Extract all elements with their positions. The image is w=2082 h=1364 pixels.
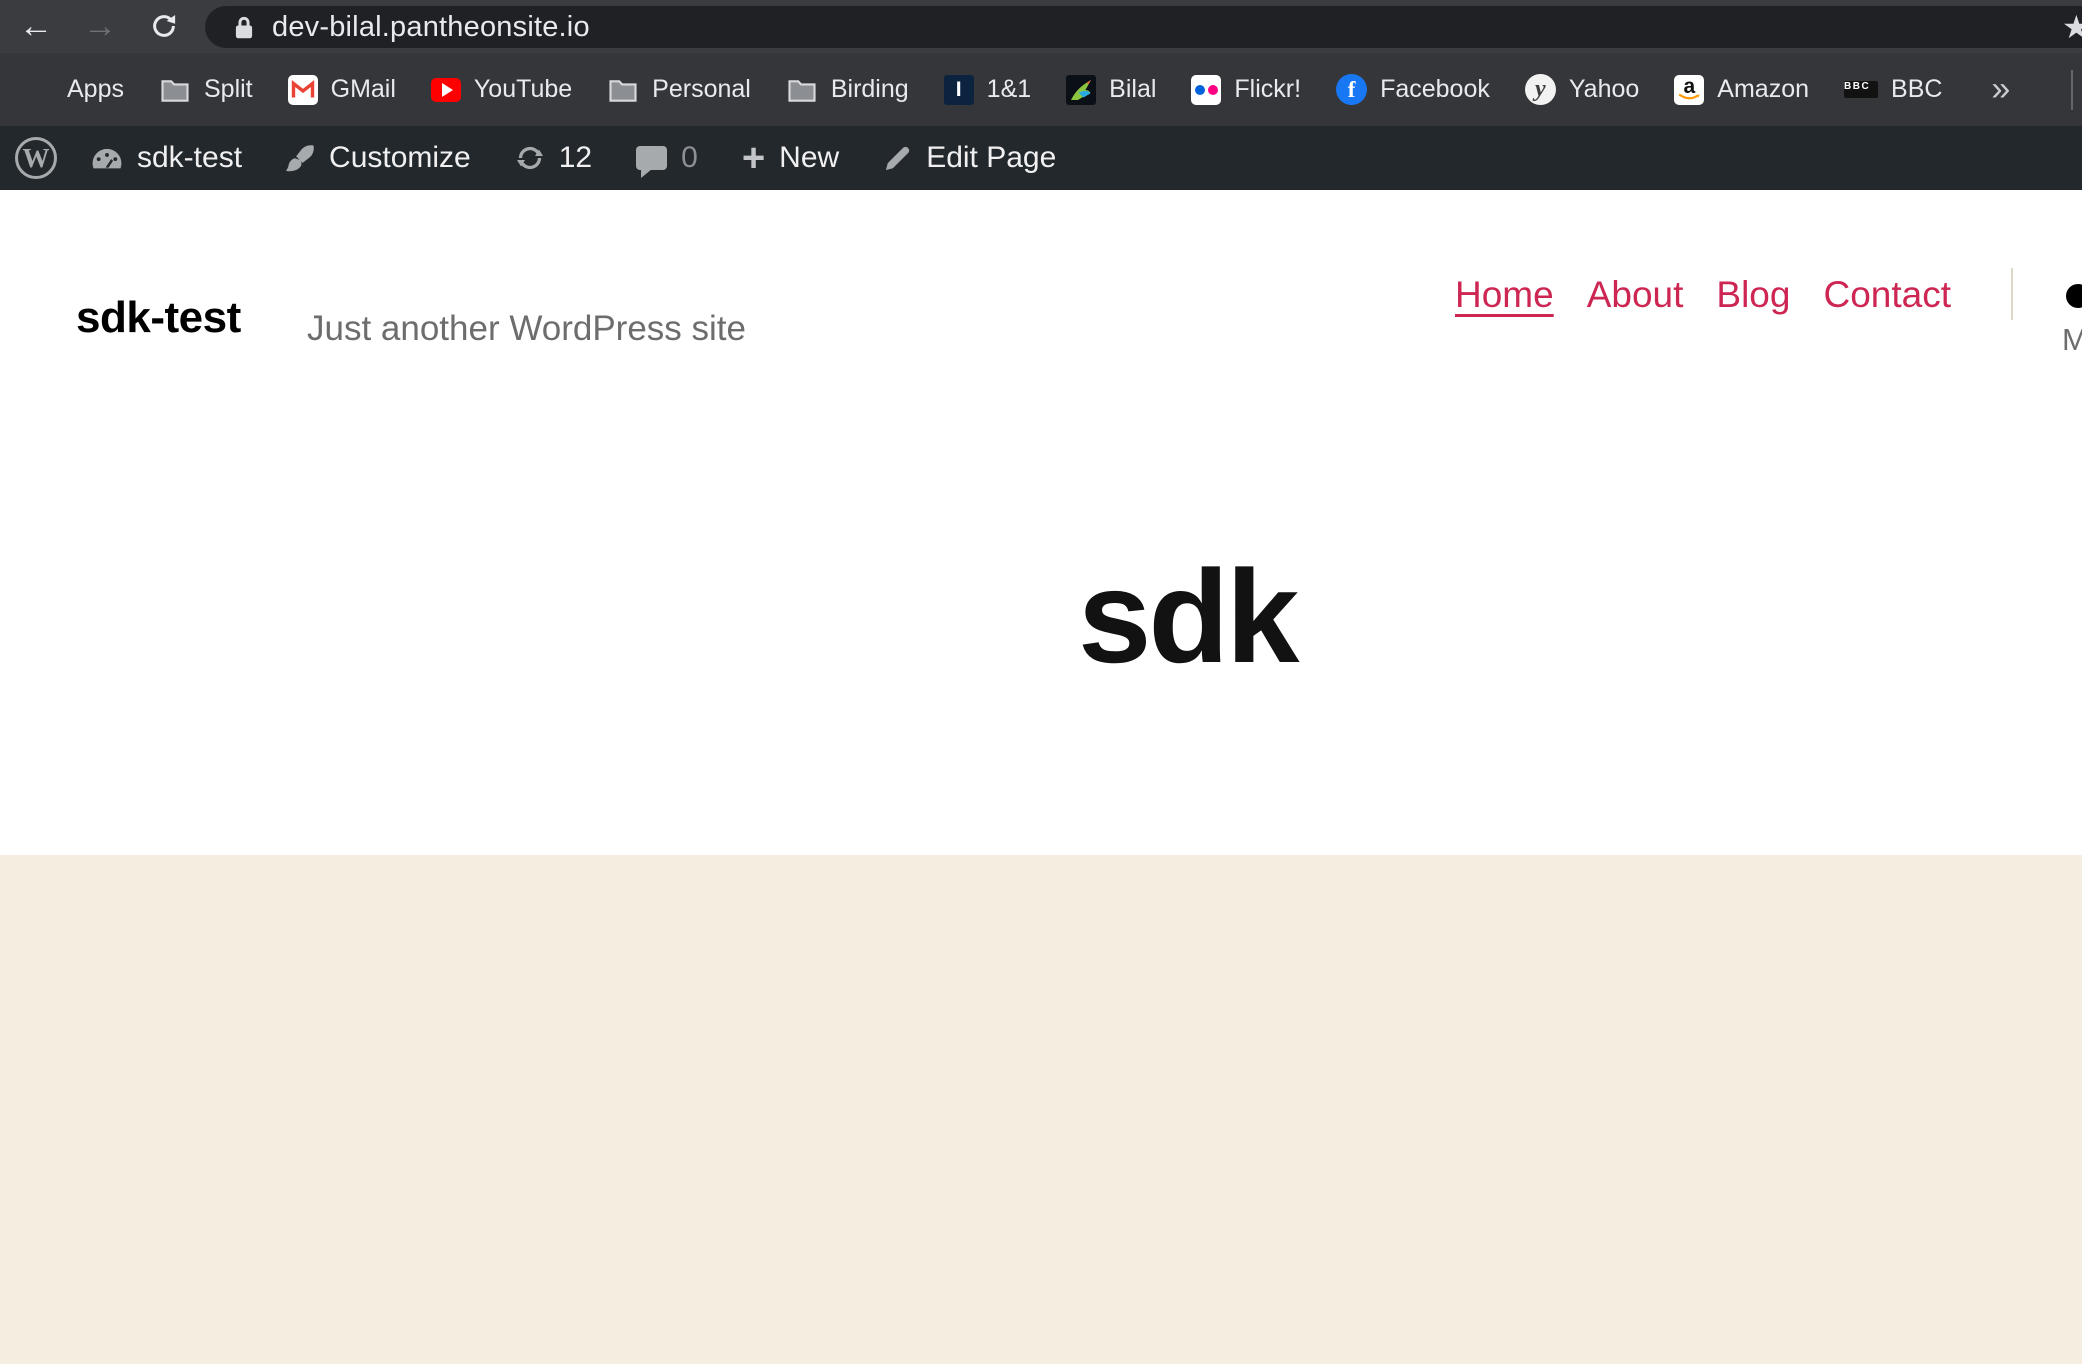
bookmark-apps[interactable]: Apps <box>24 75 124 105</box>
dashboard-gauge-icon <box>91 147 123 170</box>
post-content-section: Split: sample_feature, Treatment = off E… <box>0 855 2082 1364</box>
apps-grid-icon <box>24 75 54 105</box>
youtube-icon <box>431 78 461 102</box>
nav-link-home[interactable]: Home <box>1455 274 1554 316</box>
search-toggle-icon-partial[interactable] <box>2066 284 2082 308</box>
wp-logo-menu[interactable]: W <box>15 137 57 179</box>
browser-toolbar: ← → dev-bilal.pantheonsite.io ★ <box>0 0 2082 53</box>
bookmark-folder-birding[interactable]: Birding <box>786 74 909 106</box>
yahoo-icon: y <box>1525 74 1556 105</box>
reload-icon <box>149 11 179 41</box>
one-and-one-icon: I <box>944 75 974 105</box>
primary-navigation: Home About Blog Contact <box>1455 274 1951 316</box>
bookmark-star-icon[interactable]: ★ <box>2062 8 2082 46</box>
header-divider <box>2011 268 2013 320</box>
back-button[interactable]: ← <box>14 4 58 48</box>
bookmarks-overflow-chevron[interactable]: » <box>1991 70 2010 109</box>
site-title[interactable]: sdk-test <box>76 293 241 343</box>
menu-label-partial[interactable]: M <box>2062 322 2082 358</box>
pencil-icon <box>883 144 912 173</box>
nav-link-contact[interactable]: Contact <box>1823 274 1951 316</box>
reload-button[interactable] <box>142 4 186 48</box>
bookmarks-bar: Apps Split GMail YouTube <box>0 53 2082 126</box>
bookmark-facebook[interactable]: f Facebook <box>1336 74 1490 105</box>
amazon-icon: a <box>1674 75 1704 105</box>
updates-icon <box>515 143 545 173</box>
url-text: dev-bilal.pantheonsite.io <box>272 11 590 44</box>
wp-customize-menu[interactable]: Customize <box>286 141 471 175</box>
folder-icon <box>159 74 191 106</box>
paintbrush-icon <box>286 144 315 173</box>
bookmark-amazon[interactable]: a Amazon <box>1674 75 1809 105</box>
site-tagline: Just another WordPress site <box>307 309 746 349</box>
wp-comments-menu[interactable]: 0 <box>636 141 698 175</box>
wp-updates-menu[interactable]: 12 <box>515 141 592 175</box>
nav-link-blog[interactable]: Blog <box>1716 274 1790 316</box>
bookmark-folder-split[interactable]: Split <box>159 74 253 106</box>
wp-new-menu[interactable]: + New <box>742 141 839 175</box>
wordpress-logo-icon: W <box>15 137 57 179</box>
bookmark-flickr[interactable]: Flickr! <box>1191 75 1301 105</box>
comment-bubble-icon <box>636 146 667 170</box>
bookmark-bbc[interactable]: BBC BBC <box>1844 75 1942 104</box>
bbc-icon: BBC <box>1844 81 1878 98</box>
folder-icon <box>786 74 818 106</box>
wp-admin-bar: W sdk-test Customize <box>0 126 2082 190</box>
browser-window: ← → dev-bilal.pantheonsite.io ★ App <box>0 0 2082 1364</box>
flickr-icon <box>1191 75 1221 105</box>
bookmark-bilal[interactable]: Bilal <box>1066 75 1156 105</box>
address-bar[interactable]: dev-bilal.pantheonsite.io <box>205 6 2082 48</box>
bookmark-yahoo[interactable]: y Yahoo <box>1525 74 1639 105</box>
forward-button[interactable]: → <box>78 4 122 48</box>
bookmark-1and1[interactable]: I 1&1 <box>944 75 1031 105</box>
nav-link-about[interactable]: About <box>1587 274 1684 316</box>
wp-edit-page-menu[interactable]: Edit Page <box>883 141 1056 175</box>
bookmark-gmail[interactable]: GMail <box>288 75 396 105</box>
hummingbird-icon <box>1066 75 1096 105</box>
bookmarks-bar-divider <box>2071 70 2073 110</box>
lock-icon <box>233 14 255 41</box>
facebook-icon: f <box>1336 74 1367 105</box>
bookmark-youtube[interactable]: YouTube <box>431 75 572 104</box>
folder-icon <box>607 74 639 106</box>
featured-logo-image: sdk <box>1078 551 1296 683</box>
bookmark-folder-personal[interactable]: Personal <box>607 74 751 106</box>
wp-site-name-menu[interactable]: sdk-test <box>91 141 242 175</box>
gmail-icon <box>288 75 318 105</box>
plus-icon: + <box>742 143 765 173</box>
